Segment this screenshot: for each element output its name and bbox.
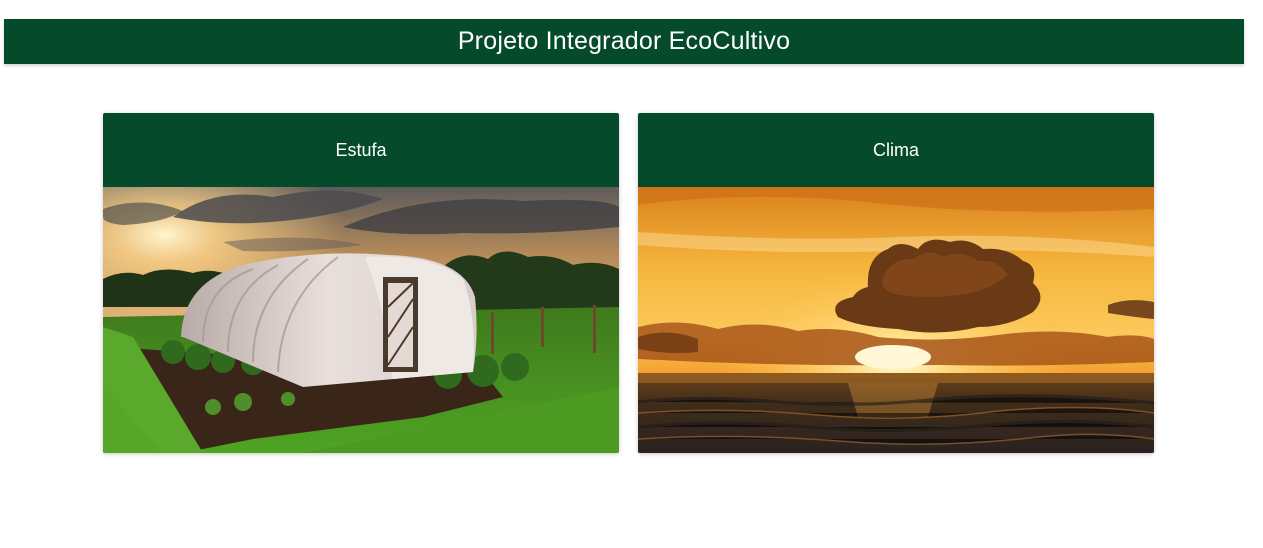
app-header: Projeto Integrador EcoCultivo (4, 19, 1244, 64)
card-clima[interactable]: Clima (638, 113, 1154, 453)
card-header: Estufa (103, 113, 619, 187)
card-header: Clima (638, 113, 1154, 187)
card-estufa[interactable]: Estufa (103, 113, 619, 453)
sunset-image (638, 187, 1154, 453)
card-title-clima: Clima (872, 139, 919, 160)
page-title: Projeto Integrador EcoCultivo (457, 27, 791, 55)
card-title-estufa: Estufa (335, 139, 387, 160)
greenhouse-image (103, 187, 619, 453)
